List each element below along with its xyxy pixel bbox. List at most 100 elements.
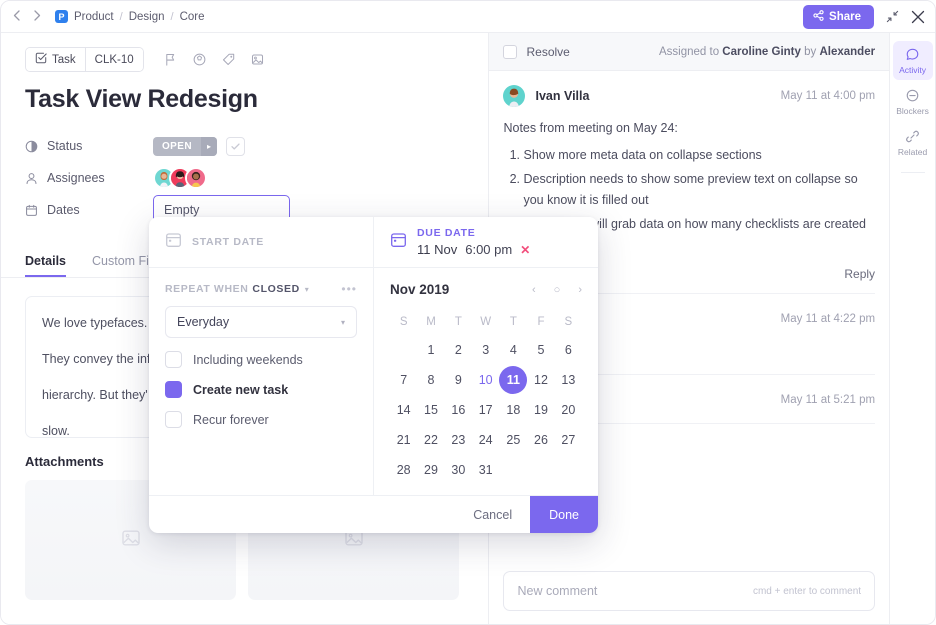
calendar-day-17[interactable]: 17 xyxy=(472,395,499,425)
repeat-frequency-select[interactable]: Everyday ▾ xyxy=(165,306,357,338)
mark-complete-button[interactable] xyxy=(225,136,245,156)
calendar-day-30[interactable]: 30 xyxy=(445,455,472,485)
calendar-day-selected: 11 xyxy=(499,366,528,394)
new-comment-input[interactable]: New comment cmd + enter to comment xyxy=(503,571,876,611)
calendar-day-18[interactable]: 18 xyxy=(499,395,527,425)
chevron-left-icon[interactable] xyxy=(13,10,20,23)
calendar-next-icon[interactable]: › xyxy=(578,284,582,296)
related-icon xyxy=(905,129,920,144)
calendar-prev-icon[interactable]: ‹ xyxy=(532,284,536,296)
calendar-day-2[interactable]: 2 xyxy=(445,335,472,365)
due-date-day: 11 Nov xyxy=(417,242,458,257)
avatar[interactable] xyxy=(503,85,526,107)
rail-item-related[interactable]: Related xyxy=(893,123,933,162)
start-date-selector[interactable]: START DATE xyxy=(149,217,374,267)
calendar-day-7[interactable]: 7 xyxy=(390,365,417,395)
calendar-day-10[interactable]: 10 xyxy=(472,365,499,395)
comment-list-item: Description needs to show some preview t… xyxy=(523,169,875,211)
collapse-icon[interactable] xyxy=(886,10,899,23)
calendar-day-14[interactable]: 14 xyxy=(390,395,417,425)
checkbox[interactable] xyxy=(165,411,182,428)
field-row-assignees: Assignees xyxy=(25,162,464,194)
checkbox[interactable] xyxy=(165,351,182,368)
done-button[interactable]: Done xyxy=(530,496,598,533)
calendar-day-4[interactable]: 4 xyxy=(499,335,527,365)
task-id-chip[interactable]: CLK-10 xyxy=(84,48,143,71)
calendar-day-25[interactable]: 25 xyxy=(499,425,527,455)
calendar-nav: ‹ ○ › xyxy=(532,284,582,296)
calendar-day-19[interactable]: 19 xyxy=(527,395,554,425)
more-options-icon[interactable]: ••• xyxy=(341,282,357,296)
repeat-mode-label[interactable]: CLOSED xyxy=(252,283,299,295)
field-label-text: Status xyxy=(47,139,83,153)
tab-details[interactable]: Details xyxy=(25,254,66,277)
calendar-day-28[interactable]: 28 xyxy=(390,455,417,485)
repeat-prefix-label: REPEAT WHEN xyxy=(165,283,249,295)
user-icon xyxy=(25,172,38,185)
breadcrumb-item-core[interactable]: Core xyxy=(180,11,205,23)
share-button[interactable]: Share xyxy=(803,4,874,29)
calendar-day-31[interactable]: 31 xyxy=(472,455,499,485)
task-type-chip[interactable]: Task xyxy=(26,48,85,71)
flag-icon[interactable] xyxy=(164,53,177,66)
calendar-day-22[interactable]: 22 xyxy=(417,425,444,455)
assigned-prefix: Assigned to xyxy=(659,45,723,58)
calendar-day-9[interactable]: 9 xyxy=(445,365,472,395)
field-label-dates: Dates xyxy=(25,203,153,217)
task-meta-row: Task CLK-10 xyxy=(1,33,488,72)
comment-author: Ivan Villa xyxy=(535,89,590,103)
calendar-day-23[interactable]: 23 xyxy=(445,425,472,455)
close-icon[interactable] xyxy=(911,10,925,24)
resolve-checkbox[interactable] xyxy=(503,44,518,59)
start-date-label: START DATE xyxy=(192,236,264,248)
assignee-avatars[interactable] xyxy=(153,167,207,189)
option-including-weekends[interactable]: Including weekends xyxy=(165,351,357,368)
calendar-day-8[interactable]: 8 xyxy=(417,365,444,395)
calendar-day-13[interactable]: 13 xyxy=(555,365,582,395)
chevron-down-icon[interactable]: ▾ xyxy=(305,285,309,294)
calendar-day-11[interactable]: 11 xyxy=(499,365,528,395)
clear-due-date-icon[interactable]: ✕ xyxy=(520,243,530,257)
due-date-selector[interactable]: DUE DATE 11 Nov 6:00 pm ✕ xyxy=(374,217,598,267)
calendar-day-21[interactable]: 21 xyxy=(390,425,417,455)
calendar-day-24[interactable]: 24 xyxy=(472,425,499,455)
calendar-day-26[interactable]: 26 xyxy=(527,425,554,455)
chevron-right-icon[interactable] xyxy=(34,10,41,23)
checkbox-checked[interactable] xyxy=(165,381,182,398)
blockers-icon xyxy=(905,88,920,103)
calendar-day-12[interactable]: 12 xyxy=(527,365,554,395)
tag-icon[interactable] xyxy=(222,53,235,66)
resolve-bar: Resolve Assigned to Caroline Ginty by Al… xyxy=(489,33,890,71)
breadcrumb-item-product[interactable]: Product xyxy=(74,11,114,23)
option-recur-forever[interactable]: Recur forever xyxy=(165,411,357,428)
option-create-new-task[interactable]: Create new task xyxy=(165,381,357,398)
rail-item-blockers[interactable]: Blockers xyxy=(893,82,933,121)
calendar-today-icon[interactable]: ○ xyxy=(554,284,561,296)
sprint-icon[interactable] xyxy=(193,53,206,66)
calendar-day-3[interactable]: 3 xyxy=(472,335,499,365)
repeat-frequency-value: Everyday xyxy=(177,315,230,329)
calendar-day-1[interactable]: 1 xyxy=(417,335,444,365)
calendar-day-20[interactable]: 20 xyxy=(555,395,582,425)
calendar-day-15[interactable]: 15 xyxy=(417,395,444,425)
calendar-day-6[interactable]: 6 xyxy=(555,335,582,365)
breadcrumb-item-design[interactable]: Design xyxy=(129,11,165,23)
image-icon[interactable] xyxy=(251,53,264,66)
calendar-day-27[interactable]: 27 xyxy=(555,425,582,455)
calendar-day-29[interactable]: 29 xyxy=(417,455,444,485)
calendar-day-5[interactable]: 5 xyxy=(527,335,554,365)
option-label: Recur forever xyxy=(193,412,269,427)
calendar-dow: T xyxy=(509,316,517,328)
avatar[interactable] xyxy=(185,167,207,189)
calendar-dow: M xyxy=(426,316,436,328)
status-badge[interactable]: OPEN ▸ xyxy=(153,136,217,156)
workspace-logo: P xyxy=(55,10,68,23)
cancel-button[interactable]: Cancel xyxy=(455,496,530,533)
share-button-label: Share xyxy=(829,10,861,23)
status-badge-label: OPEN xyxy=(162,140,192,152)
comment-timestamp: May 11 at 4:00 pm xyxy=(780,90,876,102)
calendar-day-16[interactable]: 16 xyxy=(445,395,472,425)
rail-item-activity[interactable]: Activity xyxy=(892,41,933,80)
reply-button[interactable]: Reply xyxy=(844,267,875,281)
tab-custom-fields[interactable]: Custom Fie xyxy=(92,254,156,277)
